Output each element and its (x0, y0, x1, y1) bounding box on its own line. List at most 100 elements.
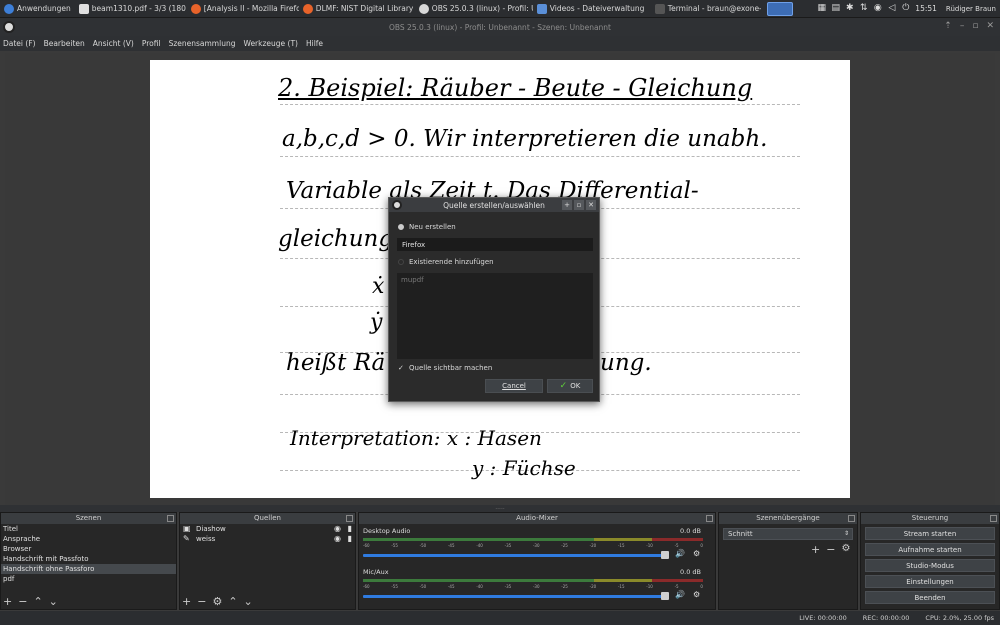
menu-view[interactable]: Ansicht (V) (93, 39, 134, 48)
float-icon[interactable] (706, 515, 713, 522)
transfer-icon[interactable]: ⇅ (859, 4, 868, 13)
dock-header[interactable]: Szenen (1, 513, 176, 524)
menu-file[interactable]: Datei (F) (3, 39, 36, 48)
clock[interactable]: 15:51 (915, 4, 937, 13)
obs-tray-icon[interactable]: ◉ (873, 4, 882, 13)
float-icon[interactable] (990, 515, 997, 522)
user-name[interactable]: Rüdiger Braun (946, 5, 996, 13)
slider-handle[interactable] (661, 592, 669, 600)
radio-unchecked-icon (398, 259, 404, 265)
lock-icon[interactable]: ▮ (348, 534, 352, 544)
settings-button[interactable]: Einstellungen (865, 575, 995, 588)
dialog-title: Quelle erstellen/auswählen (443, 200, 545, 210)
volume-slider[interactable] (363, 551, 669, 559)
dock-header[interactable]: Szenenübergänge (719, 513, 857, 524)
source-item[interactable]: ▣ Diashow ◉ ▮ (180, 524, 355, 534)
add-icon[interactable]: + (182, 596, 191, 607)
radio-checked-icon (398, 224, 404, 230)
menu-tools[interactable]: Werkzeuge (T) (243, 39, 298, 48)
window-titlebar[interactable]: OBS 25.0.3 (linux) - Profil: Unbenannt -… (0, 18, 1000, 36)
slider-handle[interactable] (661, 551, 669, 559)
channel-db: 0.0 dB (680, 568, 701, 576)
taskbar-window-pdf[interactable]: beam1310.pdf - 3/3 (180 dpi) (75, 0, 187, 18)
remove-icon[interactable]: − (826, 543, 835, 556)
scene-item[interactable]: Browser (1, 544, 176, 554)
remove-icon[interactable]: − (197, 596, 206, 607)
eye-icon[interactable]: ◉ (334, 524, 341, 534)
dock-splitter[interactable]: ..... (0, 505, 1000, 512)
dock-header[interactable]: Quellen (180, 513, 355, 524)
lock-icon[interactable]: ▮ (348, 524, 352, 534)
start-stream-button[interactable]: Stream starten (865, 527, 995, 540)
volume-slider[interactable] (363, 592, 669, 600)
start-recording-button[interactable]: Aufnahme starten (865, 543, 995, 556)
move-down-icon[interactable]: ⌄ (244, 596, 253, 607)
visible-checkbox[interactable]: ✓ Quelle sichtbar machen (398, 364, 492, 372)
clipboard-icon[interactable]: ▤ (831, 4, 841, 13)
scene-item[interactable]: pdf (1, 574, 176, 584)
power-icon[interactable]: ⏻ (901, 4, 910, 13)
move-up-icon[interactable]: ⌃ (33, 596, 42, 607)
speaker-icon[interactable]: 🔊 (675, 549, 685, 558)
menu-profile[interactable]: Profil (142, 39, 161, 48)
minimize-icon[interactable]: – (960, 21, 965, 31)
handwriting-line: Interpretation: x : Hasen (290, 426, 542, 450)
dock-title: Steuerung (911, 514, 949, 522)
taskbar-window-firefox-analysis[interactable]: [Analysis II - Mozilla Firefox] (187, 0, 299, 18)
dialog-titlebar[interactable]: Quelle erstellen/auswählen + ▫ ✕ (389, 198, 599, 212)
network-icon[interactable]: ▦ (817, 4, 827, 13)
radio-add-existing[interactable]: Existierende hinzufügen (398, 258, 494, 266)
float-icon[interactable] (167, 515, 174, 522)
source-name-input[interactable]: Firefox (397, 238, 593, 251)
add-icon[interactable]: + (3, 596, 12, 607)
handwriting-line: ung. (600, 350, 652, 376)
dock-header[interactable]: Steuerung (861, 513, 999, 524)
gear-icon[interactable]: ⚙ (212, 596, 222, 607)
studio-mode-button[interactable]: Studio-Modus (865, 559, 995, 572)
taskbar-window-firefox-dlmf[interactable]: DLMF: NIST Digital Library of... (299, 0, 415, 18)
ok-button[interactable]: ✓ OK (547, 379, 593, 393)
taskbar-window-obs[interactable]: OBS 25.0.3 (linux) - Profil: Un... (415, 0, 533, 18)
folder-icon (536, 3, 547, 14)
menu-scene-collection[interactable]: Szenensammlung (169, 39, 236, 48)
gear-icon[interactable]: ⚙ (841, 543, 850, 556)
remove-icon[interactable]: − (18, 596, 27, 607)
dock-header[interactable]: Audio-Mixer (359, 513, 715, 524)
radio-create-new[interactable]: Neu erstellen (398, 223, 456, 231)
add-icon[interactable]: + (811, 543, 820, 556)
eye-icon[interactable]: ◉ (334, 534, 341, 544)
dialog-keep-above-icon[interactable]: + (562, 200, 572, 210)
gear-icon[interactable]: ⚙ (693, 590, 700, 599)
taskbar-window-terminal[interactable]: Terminal - braun@exone-PC:... (651, 0, 761, 18)
scene-item[interactable]: Handschrift mit Passfoto (1, 554, 176, 564)
scene-item[interactable]: Titel (1, 524, 176, 534)
transition-select[interactable]: Schnitt ⇕ (723, 528, 853, 540)
move-down-icon[interactable]: ⌄ (49, 596, 58, 607)
taskbar-window-files[interactable]: Videos - Dateiverwaltung (533, 0, 651, 18)
volume-icon[interactable]: ◁ (887, 4, 896, 13)
close-icon[interactable]: ✕ (986, 21, 994, 31)
meter-scale: -60 -55 -50 -45 -40 -35 -30 -25 -20 -15 -10 -5 0 (363, 584, 703, 589)
exit-button[interactable]: Beenden (865, 591, 995, 604)
float-icon[interactable] (848, 515, 855, 522)
taskbar-apps-menu[interactable]: Anwendungen (0, 0, 75, 18)
menu-edit[interactable]: Bearbeiten (44, 39, 85, 48)
cancel-button[interactable]: Cancel (485, 379, 543, 393)
maximize-icon[interactable]: ▫ (972, 21, 978, 31)
float-icon[interactable] (346, 515, 353, 522)
source-item[interactable]: ✎ weiss ◉ ▮ (180, 534, 355, 544)
scene-item[interactable]: Ansprache (1, 534, 176, 544)
workspace-switcher[interactable] (766, 1, 793, 16)
handwriting-line: ẋ (372, 274, 385, 299)
keep-above-icon[interactable]: ⇡ (944, 21, 952, 31)
dialog-close-icon[interactable]: ✕ (586, 200, 596, 210)
move-up-icon[interactable]: ⌃ (228, 596, 237, 607)
speaker-icon[interactable]: 🔊 (675, 590, 685, 599)
scene-item-selected[interactable]: Handschrift ohne Passforo (1, 564, 176, 574)
dialog-maximize-icon[interactable]: ▫ (574, 200, 584, 210)
list-item[interactable]: mupdf (401, 276, 589, 284)
bluetooth-icon[interactable]: ✱ (845, 4, 854, 13)
existing-sources-list[interactable]: mupdf (397, 273, 593, 359)
menu-help[interactable]: Hilfe (306, 39, 323, 48)
gear-icon[interactable]: ⚙ (693, 549, 700, 558)
